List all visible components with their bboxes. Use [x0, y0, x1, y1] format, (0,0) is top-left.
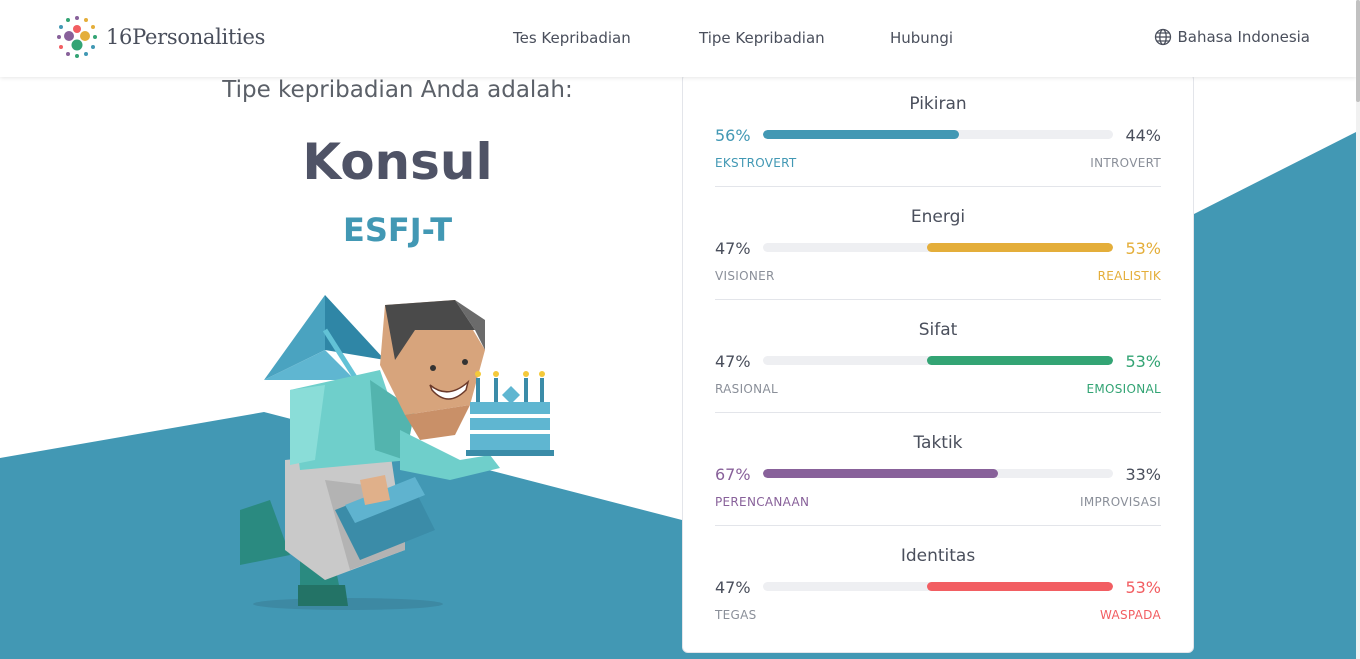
trait-bar-fill	[763, 130, 959, 139]
trait-left-percent: 47%	[715, 239, 751, 258]
trait-right-label: EMOSIONAL	[1086, 382, 1161, 396]
personality-type-code: ESFJ-T	[342, 211, 453, 249]
nav-tipe-kepribadian[interactable]: Tipe Kepribadian	[699, 29, 825, 47]
trait-left-label: PERENCANAAN	[715, 495, 810, 509]
trait-title: Identitas	[900, 546, 976, 566]
trait-right-percent: 53%	[1125, 239, 1161, 258]
logo-dots-icon	[57, 16, 97, 58]
trait-bar-track	[763, 130, 1113, 139]
brand-name: 16Personalities	[106, 25, 266, 49]
trait-bar-fill	[927, 243, 1113, 252]
page-scrollbar[interactable]	[1356, 0, 1360, 659]
language-label: Bahasa Indonesia	[1177, 28, 1311, 46]
trait-right-percent: 33%	[1125, 465, 1161, 484]
trait-bar-track	[763, 582, 1113, 591]
trait-left-percent: 47%	[715, 578, 751, 597]
trait-row-pikiran[interactable]: Pikiran 56% 44% EKSTROVERT INTROVERT	[715, 74, 1161, 187]
nav-hubungi[interactable]: Hubungi	[890, 29, 953, 47]
trait-title: Taktik	[913, 433, 963, 453]
trait-right-percent: 44%	[1125, 126, 1161, 145]
trait-title: Pikiran	[909, 94, 967, 114]
scrollbar-thumb[interactable]	[1356, 0, 1360, 102]
trait-left-percent: 47%	[715, 352, 751, 371]
trait-right-percent: 53%	[1125, 352, 1161, 371]
trait-right-percent: 53%	[1125, 578, 1161, 597]
trait-left-label: EKSTROVERT	[715, 156, 797, 170]
trait-title: Sifat	[918, 320, 958, 340]
trait-bar-fill	[927, 582, 1113, 591]
trait-left-label: RASIONAL	[715, 382, 778, 396]
trait-bar-track	[763, 469, 1113, 478]
trait-right-label: WASPADA	[1099, 608, 1161, 622]
trait-right-label: INTROVERT	[1090, 156, 1161, 170]
trait-left-percent: 56%	[715, 126, 751, 145]
trait-row-energi[interactable]: Energi 47% 53% VISIONER REALISTIK	[715, 187, 1161, 300]
nav-tes-kepribadian[interactable]: Tes Kepribadian	[513, 29, 631, 47]
trait-right-label: REALISTIK	[1097, 269, 1161, 283]
trait-row-identitas[interactable]: Identitas 47% 53% TEGAS WASPADA	[715, 526, 1161, 639]
trait-left-label: VISIONER	[715, 269, 775, 283]
trait-row-taktik[interactable]: Taktik 67% 33% PERENCANAAN IMPROVISASI	[715, 413, 1161, 526]
trait-left-label: TEGAS	[715, 608, 757, 622]
trait-bar-track	[763, 356, 1113, 365]
traits-card: Pikiran 56% 44% EKSTROVERT INTROVERT Energi 47…	[682, 73, 1194, 653]
trait-left-percent: 67%	[715, 465, 751, 484]
top-navbar: 16Personalities Tes Kepribadian Tipe Kep…	[0, 0, 1356, 77]
language-selector[interactable]: Bahasa Indonesia	[1154, 28, 1311, 46]
trait-bar-fill	[763, 469, 998, 478]
trait-bar-track	[763, 243, 1113, 252]
trait-title: Energi	[910, 207, 966, 227]
trait-bar-fill	[927, 356, 1113, 365]
brand-logo[interactable]: 16Personalities	[54, 14, 265, 60]
globe-icon	[1154, 28, 1171, 46]
result-intro: Tipe kepribadian Anda adalah:	[222, 77, 573, 103]
trait-right-label: IMPROVISASI	[1080, 495, 1161, 509]
consul-character-illustration	[240, 295, 554, 610]
personality-type-name: Konsul	[302, 133, 493, 191]
trait-row-sifat[interactable]: Sifat 47% 53% RASIONAL EMOSIONAL	[715, 300, 1161, 413]
